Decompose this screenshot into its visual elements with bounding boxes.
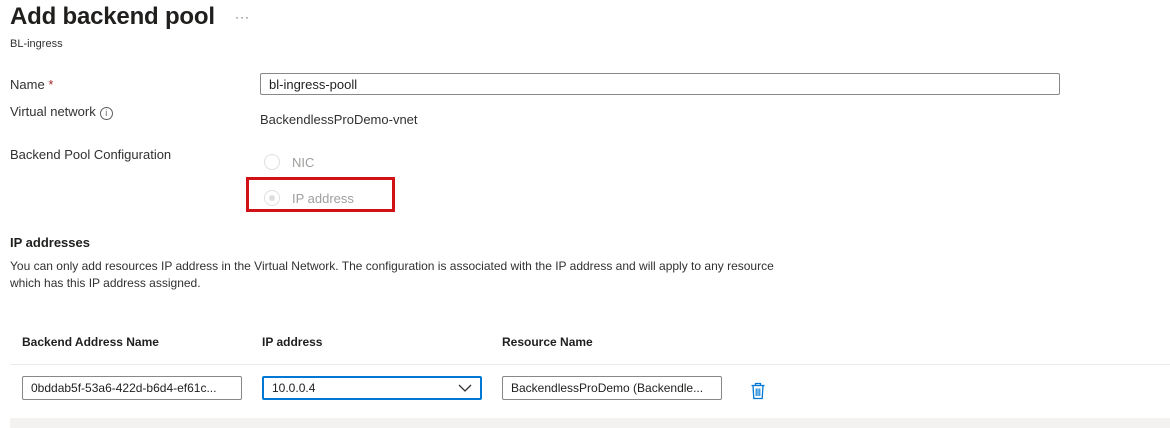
resource-name-input[interactable] <box>502 376 722 400</box>
ip-address-selected-value: 10.0.0.4 <box>272 381 316 395</box>
ip-address-select[interactable]: 10.0.0.4 <box>262 376 482 400</box>
info-icon[interactable]: i <box>99 107 113 120</box>
column-header-ip-address: IP address <box>262 335 323 349</box>
radio-ip-address-label: IP address <box>292 190 354 206</box>
more-options-button[interactable]: ··· <box>235 10 250 24</box>
table-row: 10.0.0.4 <box>0 376 1170 406</box>
backend-pool-config-label: Backend Pool Configuration <box>10 147 172 162</box>
table-footer-bar <box>10 418 1170 428</box>
column-header-resource-name: Resource Name <box>502 335 593 349</box>
ip-addresses-description: You can only add resources IP address in… <box>10 259 774 290</box>
radio-nic-icon <box>264 154 280 170</box>
chevron-down-icon <box>458 384 472 392</box>
radio-option-nic[interactable]: NIC <box>264 154 314 170</box>
radio-ip-address-icon <box>264 190 280 206</box>
name-label: Name * <box>10 77 54 92</box>
radio-option-ip-address[interactable]: IP address <box>264 190 354 206</box>
radio-nic-label: NIC <box>292 154 315 170</box>
page-subtitle: BL-ingress <box>10 38 63 50</box>
trash-icon[interactable] <box>750 382 766 400</box>
table-header-divider <box>10 364 1170 365</box>
backend-address-name-input[interactable] <box>22 376 242 400</box>
virtual-network-label: Virtual network i <box>10 104 113 120</box>
name-input[interactable] <box>260 73 1060 95</box>
ip-addresses-heading: IP addresses <box>10 235 90 250</box>
column-header-backend-address-name: Backend Address Name <box>22 335 159 349</box>
virtual-network-value: BackendlessProDemo-vnet <box>260 112 418 127</box>
required-indicator: * <box>48 77 54 92</box>
page-title: Add backend pool <box>10 3 215 30</box>
